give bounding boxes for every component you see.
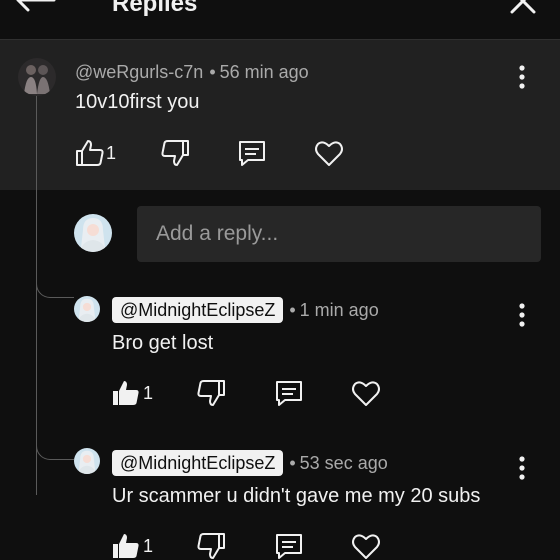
thread-line: [36, 95, 37, 495]
more-vertical-icon[interactable]: [512, 455, 532, 481]
comment-author[interactable]: @weRgurls-c7n: [75, 62, 203, 82]
thumbs-up-icon[interactable]: [74, 137, 106, 169]
thread-connector: [36, 284, 74, 298]
thumbs-up-icon[interactable]: [110, 377, 142, 409]
reply-input[interactable]: [137, 206, 541, 262]
avatar[interactable]: [74, 448, 100, 474]
comment-actions: 1: [110, 377, 390, 409]
comment-text: Bro get lost: [112, 332, 214, 354]
comment-author[interactable]: @MidnightEclipseZ: [112, 450, 284, 476]
thumbs-down-icon[interactable]: [195, 530, 227, 560]
arrow-left-icon[interactable]: [14, 0, 58, 18]
thumbs-down-icon[interactable]: [159, 137, 191, 169]
comment-actions: 1: [74, 137, 374, 169]
comment-meta: @MidnightEclipseZ • 53 sec ago: [112, 450, 388, 476]
replies-header: Replies: [0, 0, 560, 40]
more-vertical-icon[interactable]: [512, 64, 532, 90]
close-icon[interactable]: [508, 0, 538, 16]
comment-author[interactable]: @MidnightEclipseZ: [112, 297, 284, 323]
thread-connector: [36, 446, 74, 460]
like-count: 1: [143, 383, 154, 403]
comment-actions: 1: [110, 530, 390, 560]
comment-text: Ur scammer u didn't gave me my 20 subs: [112, 485, 481, 507]
comment-text: 10v10first you: [75, 91, 200, 113]
like-count: 1: [106, 143, 117, 163]
comment-time: 53 sec ago: [299, 453, 388, 473]
thumbs-up-icon[interactable]: [110, 530, 142, 560]
comment-time: 56 min ago: [219, 62, 309, 82]
heart-icon[interactable]: [350, 377, 382, 409]
like-count: 1: [143, 536, 154, 556]
comment-icon[interactable]: [273, 530, 305, 560]
comment-meta: @MidnightEclipseZ • 1 min ago: [112, 297, 379, 323]
comment-time: 1 min ago: [299, 300, 379, 320]
page-title: Replies: [112, 0, 198, 17]
thumbs-down-icon[interactable]: [195, 377, 227, 409]
comment-icon[interactable]: [236, 137, 268, 169]
comment-icon[interactable]: [273, 377, 305, 409]
heart-icon[interactable]: [350, 530, 382, 560]
current-user-avatar: [74, 214, 112, 252]
heart-icon[interactable]: [313, 137, 345, 169]
comment-meta: @weRgurls-c7n • 56 min ago: [75, 62, 309, 82]
avatar[interactable]: [74, 296, 100, 322]
more-vertical-icon[interactable]: [512, 302, 532, 328]
avatar[interactable]: [18, 58, 56, 96]
